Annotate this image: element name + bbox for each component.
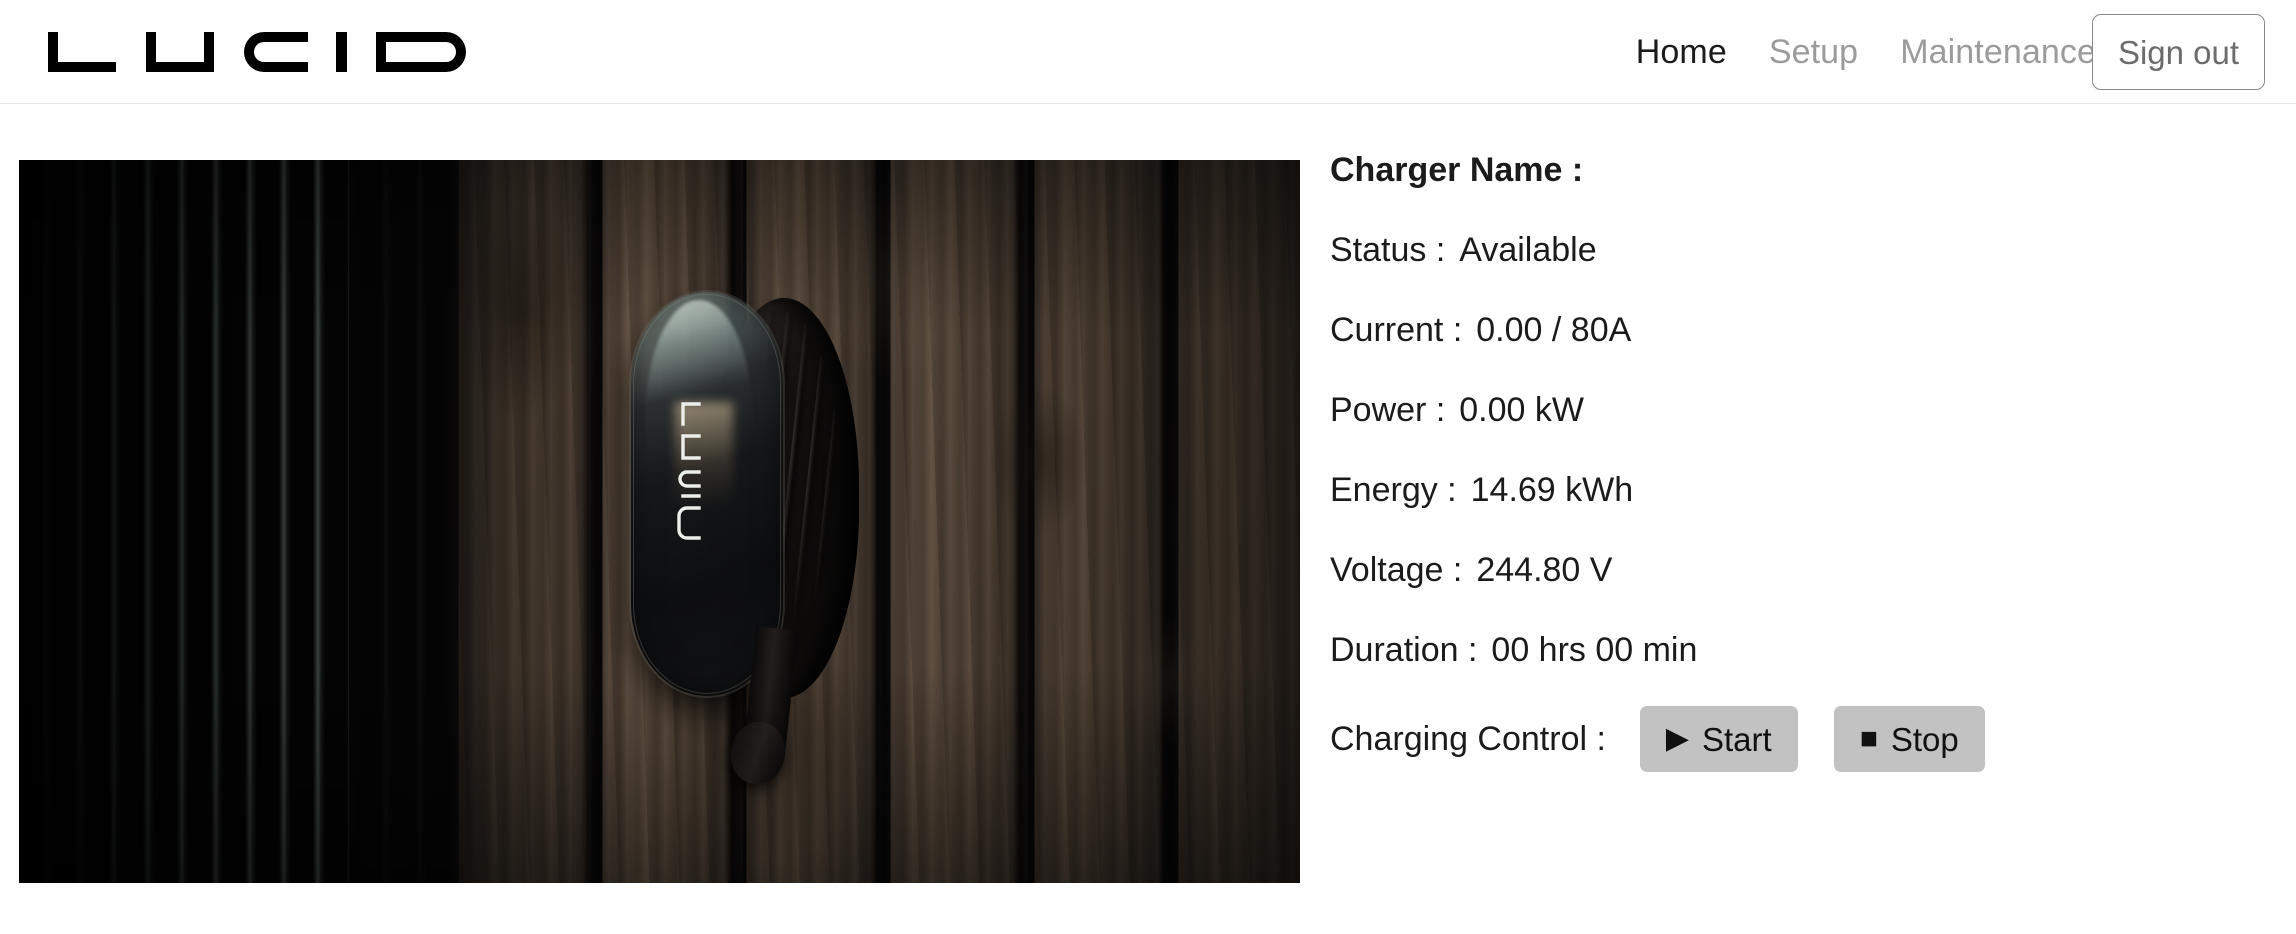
nav-item-setup[interactable]: Setup — [1769, 35, 1858, 69]
charger-name-label: Charger Name : — [1330, 151, 1584, 189]
status-value: Available — [1459, 231, 1597, 269]
sign-out-button[interactable]: Sign out — [2092, 14, 2265, 90]
photo-scene — [19, 160, 1300, 883]
info-row-voltage: Voltage : 244.80 V — [1330, 530, 2260, 610]
current-value: 0.00 / 80A — [1476, 311, 1632, 349]
nav-item-home[interactable]: Home — [1636, 35, 1727, 69]
info-row-power: Power : 0.00 kW — [1330, 370, 2260, 450]
charging-control-row: Charging Control : ▶ Start ■ Stop — [1330, 696, 2260, 782]
info-row-duration: Duration : 00 hrs 00 min — [1330, 610, 2260, 690]
current-label: Current : — [1330, 311, 1463, 349]
lucid-wordmark-logo[interactable] — [46, 30, 486, 74]
info-row-charger-name: Charger Name : — [1330, 130, 2260, 210]
charger-photo — [19, 160, 1300, 883]
play-icon: ▶ — [1665, 722, 1689, 755]
voltage-label: Voltage : — [1330, 551, 1463, 589]
info-row-current: Current : 0.00 / 80A — [1330, 290, 2260, 370]
stop-square-icon: ■ — [1859, 722, 1878, 755]
start-button-label: Start — [1702, 720, 1772, 758]
status-label: Status : — [1330, 231, 1446, 269]
power-label: Power : — [1330, 391, 1446, 429]
energy-label: Energy : — [1330, 471, 1457, 509]
duration-label: Duration : — [1330, 631, 1478, 669]
power-value: 0.00 kW — [1459, 391, 1584, 429]
voltage-value: 244.80 V — [1476, 551, 1613, 589]
stop-charging-button[interactable]: ■ Stop — [1833, 706, 1985, 772]
charger-info-panel: Charger Name : Status : Available Curren… — [1330, 130, 2260, 782]
info-row-status: Status : Available — [1330, 210, 2260, 290]
duration-value: 00 hrs 00 min — [1491, 631, 1698, 669]
main-nav: Home Setup Maintenance — [1636, 0, 2096, 104]
info-row-energy: Energy : 14.69 kWh — [1330, 450, 2260, 530]
start-charging-button[interactable]: ▶ Start — [1639, 706, 1798, 772]
stop-button-label: Stop — [1890, 720, 1959, 758]
nav-item-maintenance[interactable]: Maintenance — [1900, 35, 2096, 69]
charging-control-label: Charging Control : — [1330, 720, 1606, 758]
app-header: Home Setup Maintenance Sign out — [0, 0, 2296, 104]
main-content: Charger Name : Status : Available Curren… — [0, 104, 2296, 934]
energy-value: 14.69 kWh — [1470, 471, 1634, 509]
photo-vignette — [19, 160, 1300, 883]
